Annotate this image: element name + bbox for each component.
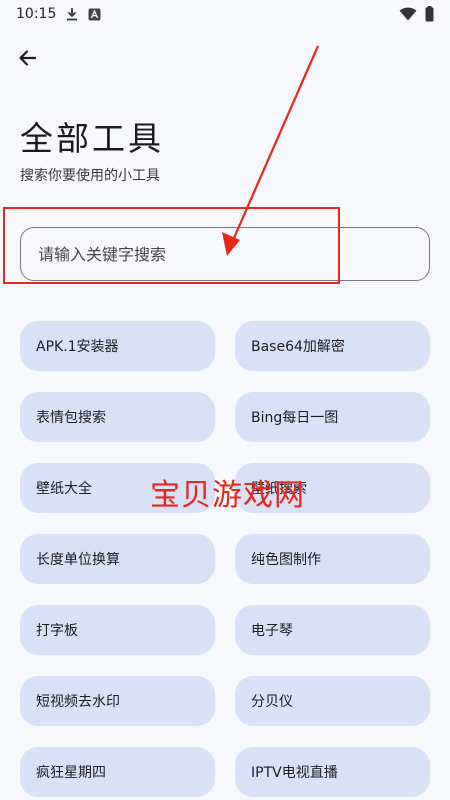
tool-typing-board-button[interactable]: 打字板 — [20, 605, 215, 655]
tool-watermark-remover-button[interactable]: 短视频去水印 — [20, 676, 215, 726]
tool-label: 电子琴 — [251, 623, 293, 639]
tool-label: 打字板 — [36, 623, 78, 639]
search-input[interactable] — [20, 227, 430, 281]
tool-label: Base64加解密 — [251, 339, 345, 355]
tool-label: APK.1安装器 — [36, 339, 119, 355]
battery-icon — [425, 6, 434, 22]
download-icon — [66, 7, 78, 21]
page-subtitle: 搜索你要使用的小工具 — [20, 168, 160, 184]
status-left: 10:15 — [16, 6, 101, 22]
tool-crazy-thursday-button[interactable]: 疯狂星期四 — [20, 747, 215, 797]
tool-emoji-search-button[interactable]: 表情包搜索 — [20, 392, 215, 442]
back-button[interactable] — [10, 40, 46, 76]
tool-label: 壁纸大全 — [36, 481, 92, 497]
tool-solid-color-button[interactable]: 纯色图制作 — [235, 534, 430, 584]
tool-wallpaper-search-button[interactable]: 壁纸搜索 — [235, 463, 430, 513]
tool-label: Bing每日一图 — [251, 410, 339, 426]
tool-label: 长度单位换算 — [36, 552, 120, 568]
page-title: 全部工具 — [20, 119, 164, 158]
tool-decibel-meter-button[interactable]: 分贝仪 — [235, 676, 430, 726]
wifi-icon — [399, 7, 417, 21]
tool-piano-button[interactable]: 电子琴 — [235, 605, 430, 655]
tool-length-converter-button[interactable]: 长度单位换算 — [20, 534, 215, 584]
tool-bing-daily-button[interactable]: Bing每日一图 — [235, 392, 430, 442]
tool-apk-installer-button[interactable]: APK.1安装器 — [20, 321, 215, 371]
tool-label: 疯狂星期四 — [36, 765, 106, 781]
status-time: 10:15 — [16, 6, 57, 22]
status-bar: 10:15 — [0, 0, 450, 28]
tool-label: 表情包搜索 — [36, 410, 106, 426]
tool-label: 短视频去水印 — [36, 694, 120, 710]
tool-label: IPTV电视直播 — [251, 765, 338, 781]
tool-iptv-button[interactable]: IPTV电视直播 — [235, 747, 430, 797]
tool-wallpapers-button[interactable]: 壁纸大全 — [20, 463, 215, 513]
tool-label: 纯色图制作 — [251, 552, 321, 568]
arrow-left-icon — [18, 48, 38, 68]
tool-label: 分贝仪 — [251, 694, 293, 710]
tool-base64-button[interactable]: Base64加解密 — [235, 321, 430, 371]
tool-grid: APK.1安装器 Base64加解密 表情包搜索 Bing每日一图 壁纸大全 壁… — [20, 321, 430, 797]
status-right — [399, 6, 434, 22]
a-notification-icon — [88, 8, 101, 21]
tool-label: 壁纸搜索 — [251, 481, 307, 497]
